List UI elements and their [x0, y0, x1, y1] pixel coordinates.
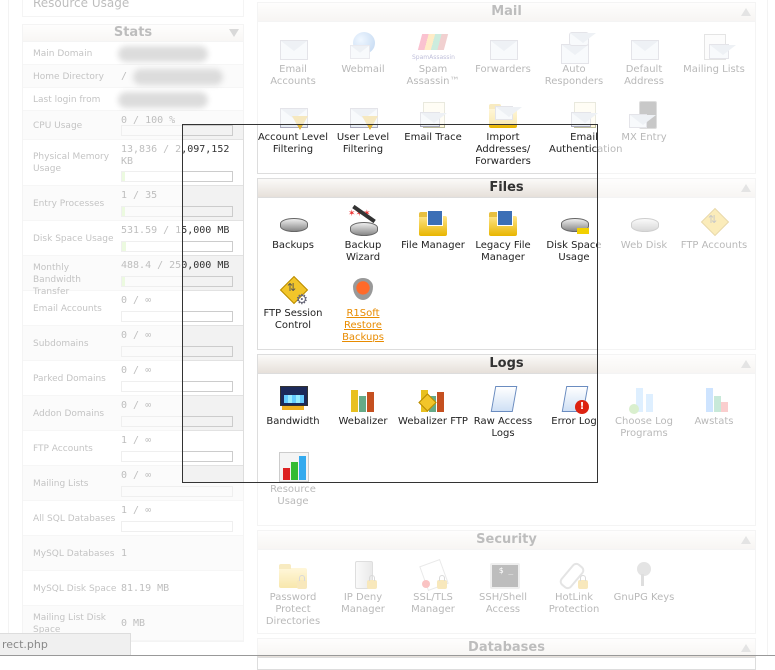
status-bar: rect.php [0, 633, 131, 656]
highlight-rectangle [182, 124, 598, 483]
fade-overlay-left [0, 124, 182, 482]
fade-overlay-top [0, 0, 775, 124]
fade-overlay-right [597, 124, 775, 482]
fade-overlay-bottom [0, 482, 775, 656]
